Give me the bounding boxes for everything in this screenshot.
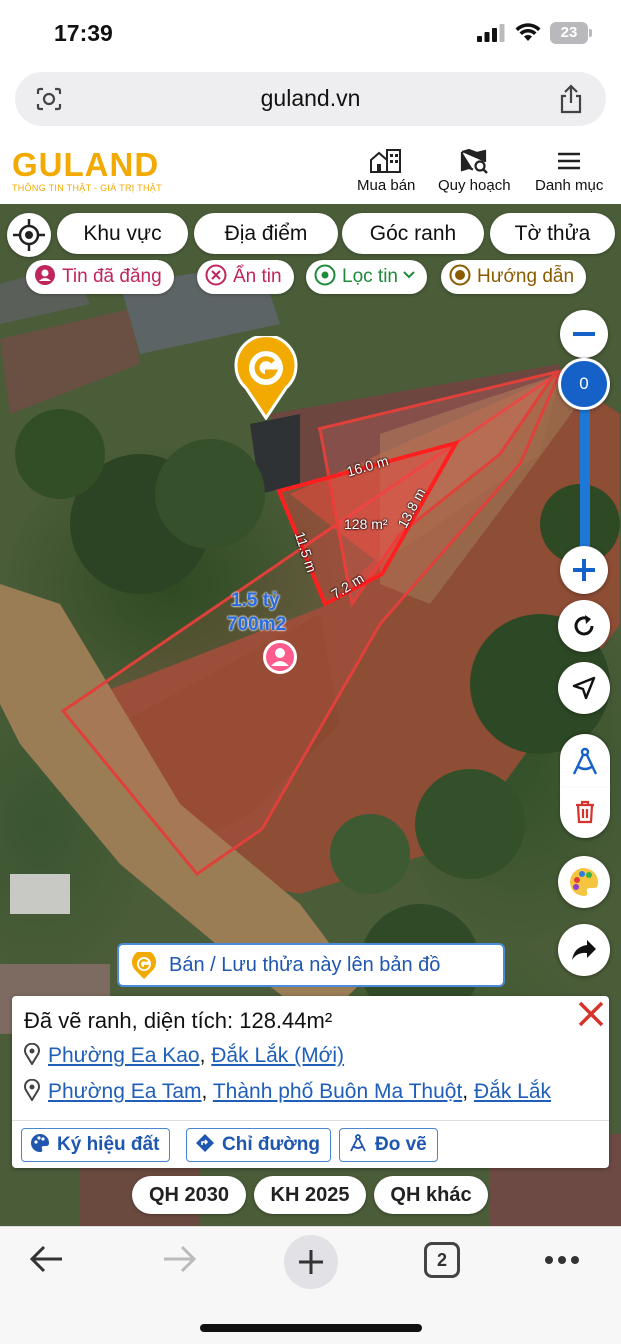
share-map-button[interactable] [558, 924, 610, 976]
panel-divider [12, 1120, 609, 1121]
nav-quy-hoach[interactable]: Quy hoạch [438, 148, 511, 194]
city-link[interactable]: Thành phố Buôn Ma Thuột [213, 1080, 462, 1103]
chip-label: Hướng dẫn [477, 266, 575, 287]
nav-label: Quy hoạch [438, 177, 511, 194]
parcel-title: Đã vẽ ranh, diện tích: 128.44m² [24, 1008, 333, 1033]
location-pin-icon [24, 1079, 40, 1102]
chip-huong-dan[interactable]: Hướng dẫn [441, 260, 587, 294]
guland-logo[interactable]: GULAND THÔNG TIN THẬT - GIÁ TRỊ THẬT [12, 146, 162, 194]
chip-an-tin[interactable]: Ẩn tin [197, 260, 294, 294]
chevron-down-icon [403, 271, 415, 279]
button-label: Chỉ đường [222, 1134, 320, 1155]
status-time: 17:39 [54, 20, 113, 46]
guland-badge-icon [132, 952, 156, 979]
chip-label: Lọc tin [342, 266, 398, 287]
palette-icon [570, 868, 599, 896]
share-icon[interactable] [558, 84, 584, 114]
plan-qh-khac[interactable]: QH khác [374, 1176, 488, 1214]
close-icon[interactable] [575, 998, 607, 1030]
address-row-old: Phường Ea Tam, Thành phố Buôn Ma Thuột, … [24, 1079, 551, 1104]
chip-tin-da-dang[interactable]: Tin đã đăng [26, 260, 174, 294]
nav-label: Mua bán [357, 177, 416, 194]
plan-kh-2025[interactable]: KH 2025 [254, 1176, 366, 1214]
province-link[interactable]: Đắk Lắk [474, 1080, 551, 1103]
ward-link[interactable]: Phường Ea Tam [48, 1080, 202, 1103]
zoom-out-button[interactable] [560, 310, 608, 358]
signal-icon [477, 24, 505, 42]
listing-marker[interactable] [263, 640, 297, 674]
crosshair-icon [13, 219, 45, 251]
province-link[interactable]: Đắk Lắk (Mới) [211, 1044, 344, 1067]
guland-pin-icon[interactable] [234, 336, 298, 420]
building-icon [370, 149, 402, 173]
filter-goc-ranh[interactable]: Góc ranh [342, 213, 484, 254]
nav-mua-ban[interactable]: Mua bán [357, 148, 415, 194]
minus-icon [573, 332, 595, 336]
logo-text: GULAND [12, 146, 160, 183]
new-tab-button[interactable] [284, 1235, 338, 1289]
chip-loc-tin[interactable]: Lọc tin [306, 260, 427, 294]
logo-tagline: THÔNG TIN THẬT - GIÁ TRỊ THẬT [12, 183, 162, 193]
wifi-icon [515, 23, 541, 41]
url-text[interactable]: guland.vn [15, 85, 606, 112]
filter-to-thua[interactable]: Tờ thửa [490, 213, 615, 254]
zoom-slider-knob[interactable]: 0 [558, 358, 610, 410]
more-icon[interactable] [544, 1255, 580, 1265]
status-bar: 17:39 23 [0, 0, 621, 66]
parcel-info-panel: Đã vẽ ranh, diện tích: 128.44m² Phường E… [12, 996, 609, 1168]
filter-dia-diem[interactable]: Địa điểm [194, 213, 338, 254]
zoom-slider-track[interactable] [580, 400, 590, 560]
ward-link[interactable]: Phường Ea Kao [48, 1044, 200, 1067]
home-indicator [200, 1324, 422, 1332]
plan-qh-2030[interactable]: QH 2030 [132, 1176, 246, 1214]
button-label: Đo vẽ [375, 1134, 427, 1155]
polygon-area-label: 128 m² [344, 516, 388, 532]
refresh-button[interactable] [558, 600, 610, 652]
map-search-icon [461, 148, 489, 174]
navigate-button[interactable] [558, 662, 610, 714]
user-icon [271, 648, 289, 666]
chip-label: Tin đã đăng [62, 266, 162, 287]
sell-banner-text: Bán / Lưu thửa này lên bản đồ [169, 954, 441, 976]
share-arrow-icon [572, 940, 596, 960]
button-label: Ký hiệu đất [57, 1134, 160, 1155]
compass-draw-icon [350, 1134, 366, 1152]
land-legend-button[interactable] [558, 856, 610, 908]
address-bar[interactable]: guland.vn [15, 72, 606, 126]
nav-label: Danh mục [535, 177, 604, 194]
navigation-arrow-icon [572, 676, 596, 700]
trash-icon [576, 800, 594, 824]
measure-button[interactable]: Đo vẽ [339, 1128, 438, 1162]
zoom-in-button[interactable] [560, 546, 608, 594]
x-circle-icon [205, 264, 227, 286]
location-pin-icon [24, 1043, 40, 1066]
back-icon[interactable] [28, 1239, 66, 1279]
listing-area[interactable]: 700m2 [227, 614, 286, 636]
play-circle-icon [449, 264, 471, 286]
draw-measure-button[interactable] [560, 734, 610, 788]
user-circle-icon [35, 265, 55, 286]
menu-icon [558, 152, 581, 170]
address-row-new: Phường Ea Kao, Đắk Lắk (Mới) [24, 1043, 344, 1068]
forward-icon[interactable] [160, 1239, 198, 1279]
palette-icon [31, 1133, 49, 1152]
filter-khu-vuc[interactable]: Khu vực [57, 213, 188, 254]
land-symbol-button[interactable]: Ký hiệu đất [21, 1128, 171, 1162]
directions-icon [196, 1133, 214, 1152]
listing-price[interactable]: 1.5 tỷ [231, 590, 280, 612]
chip-label: Ẩn tin [233, 266, 282, 287]
nav-danh-muc[interactable]: Danh mục [535, 148, 603, 194]
location-check-icon [314, 264, 336, 286]
locate-button[interactable] [7, 213, 51, 257]
compass-draw-icon [572, 747, 598, 775]
battery-indicator: 23 [550, 22, 592, 44]
directions-button[interactable]: Chỉ đường [186, 1128, 331, 1162]
sell-save-banner[interactable]: Bán / Lưu thửa này lên bản đồ [117, 943, 505, 987]
plus-icon [299, 1250, 323, 1274]
delete-drawing-button[interactable] [560, 788, 610, 838]
plus-icon [573, 559, 595, 581]
refresh-icon [574, 615, 594, 636]
app-header: GULAND THÔNG TIN THẬT - GIÁ TRỊ THẬT Mua… [0, 140, 621, 204]
tab-count-button[interactable]: 2 [424, 1242, 460, 1278]
